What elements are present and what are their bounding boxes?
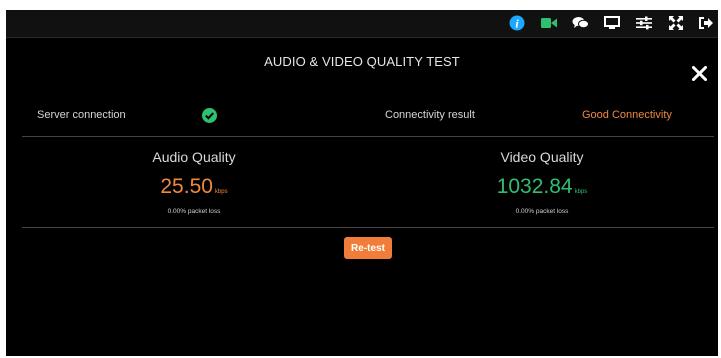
audio-quality-value: 25.50 kbps <box>94 175 294 199</box>
close-icon[interactable] <box>690 64 708 82</box>
exit-icon[interactable] <box>696 14 714 32</box>
dialog-title: AUDIO & VIDEO QUALITY TEST <box>264 54 460 69</box>
audio-packet-loss: 0.00% packet loss <box>167 208 221 215</box>
video-quality-title: Video Quality <box>500 149 584 165</box>
connectivity-result-value: Good Connectivity <box>582 109 672 121</box>
video-call-window: i AUDIO & VIDEO QUALITY TEST Server conn… <box>6 10 718 356</box>
divider <box>22 136 714 137</box>
audio-quality-title: Audio Quality <box>152 149 236 165</box>
video-camera-icon[interactable] <box>540 14 558 32</box>
fullscreen-icon[interactable] <box>667 14 685 32</box>
monitor-icon[interactable] <box>603 14 621 32</box>
retest-button[interactable]: Re-test <box>344 237 392 259</box>
connectivity-result-label: Connectivity result <box>385 109 475 121</box>
chat-icon[interactable] <box>571 14 589 32</box>
server-connection-label: Server connection <box>37 109 126 121</box>
video-unit: kbps <box>574 189 588 195</box>
check-icon <box>202 108 217 123</box>
audio-unit: kbps <box>214 189 228 195</box>
sliders-icon[interactable] <box>635 14 653 32</box>
audio-value: 25.50 <box>160 175 213 198</box>
video-packet-loss: 0.00% packet loss <box>515 208 569 215</box>
video-value: 1032.84 <box>496 175 573 198</box>
video-quality-value: 1032.84 kbps <box>442 175 642 199</box>
divider <box>22 227 714 228</box>
info-icon[interactable]: i <box>508 14 526 32</box>
toolbar: i <box>6 10 718 38</box>
